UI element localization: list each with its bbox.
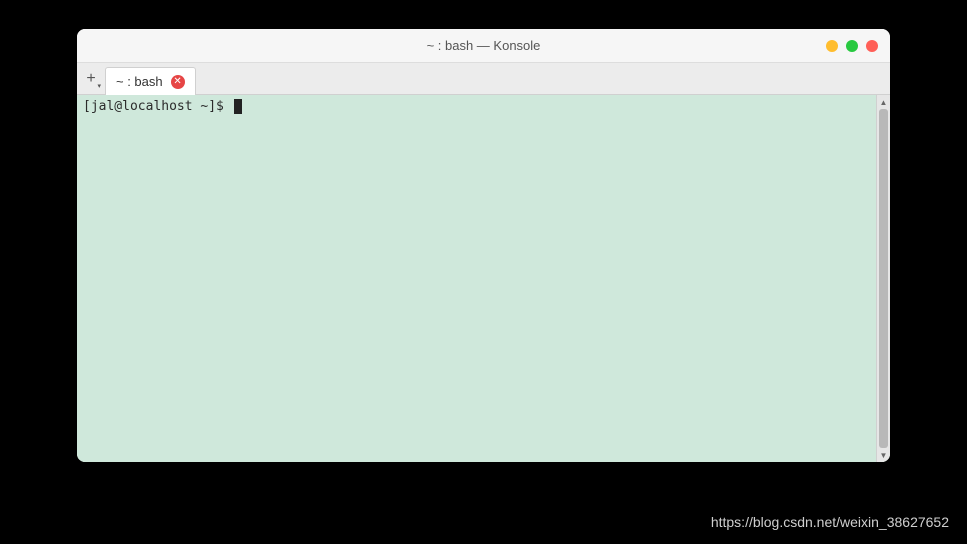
terminal-content[interactable]: [jal@localhost ~]$ — [77, 95, 876, 462]
maximize-button[interactable] — [846, 40, 858, 52]
cursor-icon — [234, 99, 242, 114]
close-button[interactable] — [866, 40, 878, 52]
new-tab-button[interactable]: + ▾ — [77, 63, 105, 94]
scroll-up-button[interactable]: ▲ — [877, 95, 890, 109]
chevron-down-icon: ▾ — [97, 82, 101, 90]
konsole-window: ~ : bash — Konsole + ▾ ~ : bash ✕ [jal@l… — [77, 29, 890, 462]
plus-icon: + — [86, 71, 95, 87]
window-title: ~ : bash — Konsole — [427, 38, 541, 53]
tab-label: ~ : bash — [116, 74, 163, 89]
minimize-button[interactable] — [826, 40, 838, 52]
scroll-down-button[interactable]: ▼ — [877, 448, 890, 462]
scroll-thumb[interactable] — [879, 109, 888, 448]
scrollbar-vertical[interactable]: ▲ ▼ — [876, 95, 890, 462]
watermark-text: https://blog.csdn.net/weixin_38627652 — [711, 514, 949, 530]
tab-active[interactable]: ~ : bash ✕ — [105, 67, 196, 95]
window-controls — [826, 40, 878, 52]
terminal-prompt: [jal@localhost ~]$ — [83, 99, 224, 114]
tab-close-icon[interactable]: ✕ — [171, 75, 185, 89]
tab-bar: + ▾ ~ : bash ✕ — [77, 63, 890, 95]
titlebar: ~ : bash — Konsole — [77, 29, 890, 63]
terminal-area: [jal@localhost ~]$ ▲ ▼ — [77, 95, 890, 462]
